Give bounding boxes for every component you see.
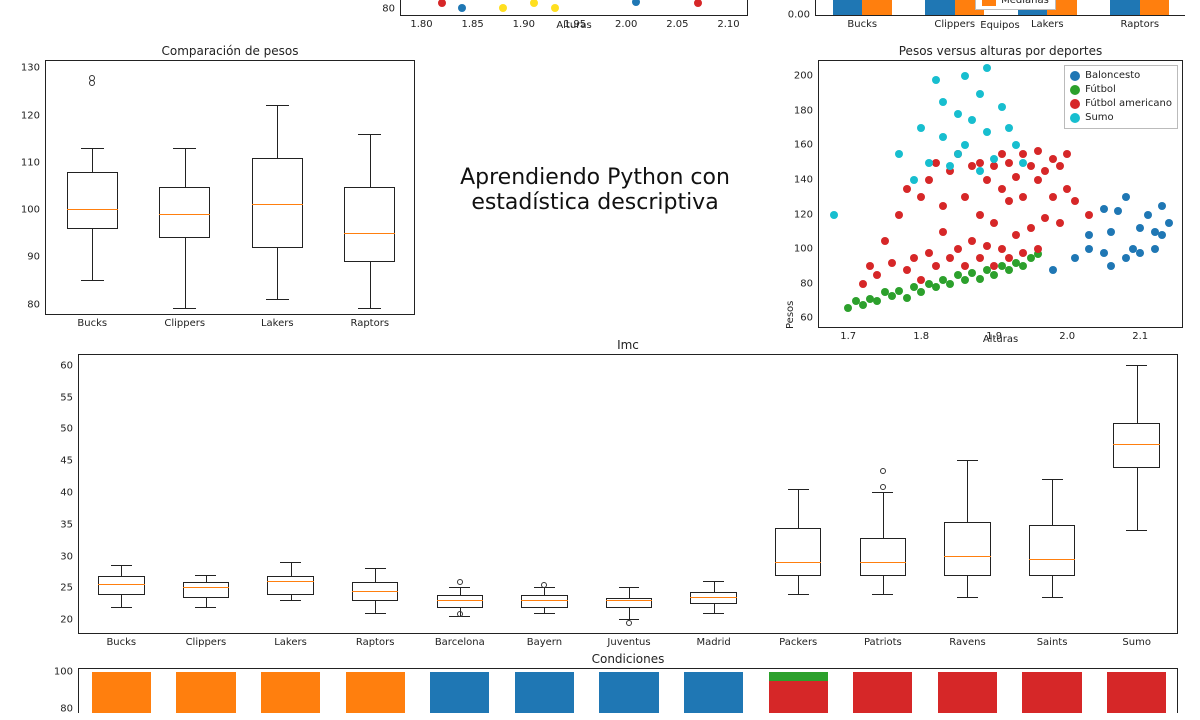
page-title: Aprendiendo Python con estadística descr… [430, 165, 760, 215]
axis-label-x: Alturas [400, 20, 748, 31]
chart-boxplot-imc: Imc202530354045505560BucksClippersLakers… [78, 352, 1178, 634]
chart-boxplot-pesos: Comparación de pesos8090100110120130Buck… [45, 60, 415, 315]
chart-title: Imc [78, 338, 1178, 352]
chart-title: Condiciones [78, 652, 1178, 666]
chart-top-bar: BucksClippersLakersRaptors0.00MedianasEq… [815, 0, 1185, 16]
chart-title: Pesos versus alturas por deportes [818, 44, 1183, 58]
axis-label-y: Pesos [785, 61, 796, 329]
legend: BaloncestoFútbolFútbol americanoSumo [1064, 65, 1178, 129]
chart-top-scatter: 1.801.851.901.952.002.052.1080Alturas [400, 0, 748, 16]
chart-bar-condiciones: Condiciones80100 [78, 666, 1178, 713]
page-title-line2: estadística descriptiva [471, 190, 718, 215]
axis-label-x: Equipos [815, 20, 1185, 31]
page-title-line1: Aprendiendo Python con [460, 165, 730, 190]
chart-title: Comparación de pesos [45, 44, 415, 58]
chart-scatter-sports: Pesos versus alturas por deportes1.71.81… [818, 60, 1183, 339]
